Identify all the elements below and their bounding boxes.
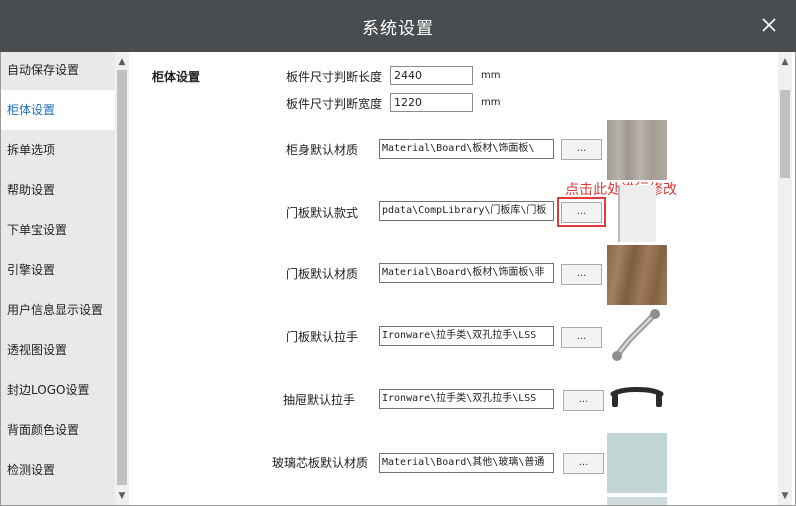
window-title: 系统设置 bbox=[362, 19, 434, 39]
door-handle-browse-button[interactable]: ... bbox=[561, 327, 602, 348]
settings-sidebar: 自动保存设置 柜体设置 拆单选项 帮助设置 下单宝设置 引擎设置 用户信息显示设… bbox=[1, 52, 115, 505]
content-scrollbar[interactable]: ▲ ▼ bbox=[778, 52, 792, 505]
wood-brown-swatch-icon[interactable] bbox=[607, 245, 667, 305]
board-width-label: 板件尺寸判断宽度 bbox=[286, 97, 383, 111]
door-panel-swatch-icon[interactable] bbox=[618, 185, 656, 242]
door-material-label: 门板默认材质 bbox=[286, 267, 359, 281]
door-style-input[interactable]: pdata\CompLibrary\门板库\门板 bbox=[379, 201, 554, 221]
board-width-input[interactable]: 1220 bbox=[390, 93, 473, 112]
section-title: 柜体设置 bbox=[152, 70, 201, 84]
black-handle-icon[interactable] bbox=[607, 370, 667, 430]
sidebar-item-edge-logo[interactable]: 封边LOGO设置 bbox=[1, 370, 115, 410]
wood-grey-swatch-icon[interactable] bbox=[607, 120, 667, 180]
door-material-browse-button[interactable]: ... bbox=[561, 264, 602, 285]
drawer-handle-browse-button[interactable]: ... bbox=[563, 390, 604, 411]
drawer-handle-input[interactable]: Ironware\拉手类\双孔拉手\LSS bbox=[379, 389, 554, 409]
board-width-unit: mm bbox=[481, 97, 501, 108]
sidebar-scrollbar[interactable]: ▲ ▼ bbox=[115, 52, 129, 505]
cabinet-material-browse-button[interactable]: ... bbox=[561, 139, 602, 160]
silver-handle-icon[interactable] bbox=[607, 306, 667, 366]
content-scroll-down-icon[interactable]: ▼ bbox=[778, 489, 792, 503]
glass-material-browse-button[interactable]: ... bbox=[563, 453, 604, 474]
door-style-label: 门板默认款式 bbox=[286, 206, 359, 220]
sidebar-item-autosave[interactable]: 自动保存设置 bbox=[1, 52, 115, 90]
cabinet-material-label: 柜身默认材质 bbox=[286, 143, 359, 157]
door-handle-label: 门板默认拉手 bbox=[286, 330, 359, 344]
sidebar-item-order[interactable]: 下单宝设置 bbox=[1, 210, 115, 250]
scroll-down-icon[interactable]: ▼ bbox=[115, 489, 129, 503]
scroll-up-icon[interactable]: ▲ bbox=[115, 55, 129, 69]
glass-swatch-icon[interactable] bbox=[607, 433, 667, 493]
settings-panel: 柜体设置 板件尺寸判断长度 2440 mm 板件尺寸判断宽度 1220 mm 柜… bbox=[131, 52, 778, 505]
next-swatch-icon[interactable] bbox=[607, 497, 667, 505]
sidebar-item-engine[interactable]: 引擎设置 bbox=[1, 250, 115, 290]
glass-material-label: 玻璃芯板默认材质 bbox=[272, 456, 369, 470]
sidebar-item-perspective[interactable]: 透视图设置 bbox=[1, 330, 115, 370]
sidebar-item-cabinet[interactable]: 柜体设置 bbox=[1, 90, 115, 130]
highlight-box bbox=[557, 197, 606, 227]
glass-material-input[interactable]: Material\Board\其他\玻璃\普通 bbox=[379, 453, 554, 473]
title-bar: 系统设置 bbox=[0, 0, 796, 52]
drawer-handle-label: 抽屉默认拉手 bbox=[283, 393, 356, 407]
sidebar-item-help[interactable]: 帮助设置 bbox=[1, 170, 115, 210]
content-scroll-thumb[interactable] bbox=[780, 90, 790, 178]
cabinet-material-input[interactable]: Material\Board\板材\饰面板\ bbox=[379, 139, 554, 159]
sidebar-item-more[interactable]: ... bbox=[1, 490, 115, 505]
sidebar-item-user-info[interactable]: 用户信息显示设置 bbox=[1, 290, 115, 330]
board-length-unit: mm bbox=[481, 70, 501, 81]
sidebar-item-split-options[interactable]: 拆单选项 bbox=[1, 130, 115, 170]
content-scroll-up-icon[interactable]: ▲ bbox=[778, 55, 792, 69]
door-handle-input[interactable]: Ironware\拉手类\双孔拉手\LSS bbox=[379, 326, 554, 346]
board-length-input[interactable]: 2440 bbox=[390, 66, 473, 85]
board-length-label: 板件尺寸判断长度 bbox=[286, 70, 383, 84]
sidebar-item-detection[interactable]: 检测设置 bbox=[1, 450, 115, 490]
close-icon[interactable] bbox=[758, 14, 780, 36]
door-material-input[interactable]: Material\Board\板材\饰面板\非 bbox=[379, 263, 554, 283]
sidebar-scroll-thumb[interactable] bbox=[117, 70, 127, 485]
sidebar-item-back-color[interactable]: 背面颜色设置 bbox=[1, 410, 115, 450]
